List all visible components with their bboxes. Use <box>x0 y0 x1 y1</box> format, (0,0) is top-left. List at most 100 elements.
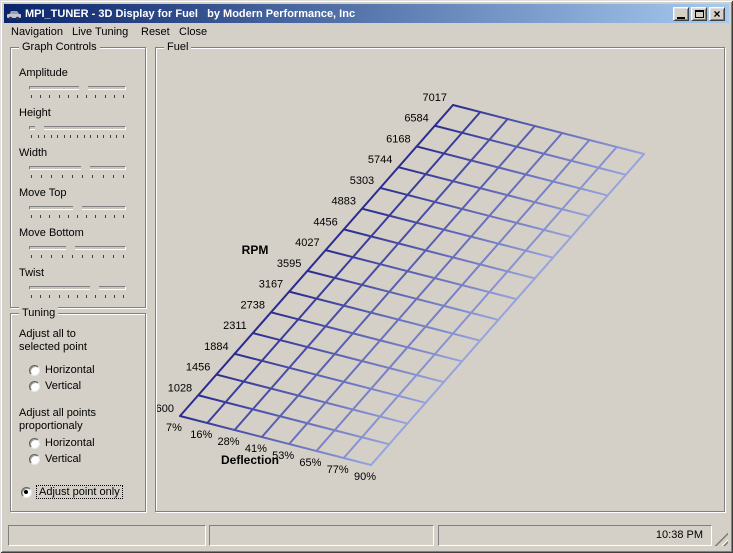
deflection-tick-label: 7% <box>166 422 182 434</box>
tick-mark <box>113 95 115 98</box>
slider-thumb[interactable] <box>73 201 82 215</box>
deflection-tick-label: 90% <box>354 471 376 483</box>
menu-item-reset[interactable]: Reset <box>139 25 172 39</box>
deflection-tick-label: 16% <box>190 429 212 441</box>
slider-thumb[interactable] <box>79 81 88 95</box>
status-panel-1 <box>8 525 206 546</box>
radio-label: Horizontal <box>45 437 95 449</box>
rpm-tick-label: 5303 <box>350 175 374 187</box>
slider-thumb[interactable] <box>66 241 75 255</box>
tuning-title: Tuning <box>19 307 59 320</box>
maximize-button[interactable] <box>691 6 707 21</box>
radio-horizontal[interactable] <box>29 365 40 376</box>
slider-label: Move Top <box>19 187 67 199</box>
rpm-tick-label: 4883 <box>332 196 356 208</box>
tick-mark <box>83 135 85 138</box>
tick-mark <box>102 255 104 258</box>
radio-horizontal[interactable] <box>29 438 40 449</box>
titlebar: MPI_TUNER - 3D Display for Fuel by Moder… <box>4 4 729 23</box>
menu-item-live-tuning[interactable]: Live Tuning <box>70 25 130 39</box>
tick-mark <box>49 215 51 218</box>
maximize-icon <box>694 9 704 18</box>
radio-row-sec1-vertical[interactable]: Vertical <box>29 380 139 394</box>
close-button[interactable]: × <box>709 6 725 21</box>
rpm-axis-title: RPM <box>242 243 269 257</box>
rpm-tick-label: 6584 <box>404 113 428 125</box>
tick-mark <box>122 295 124 298</box>
slider-ticks <box>31 215 124 218</box>
tick-mark <box>122 135 124 138</box>
radio-label: Vertical <box>45 453 82 465</box>
tick-mark <box>92 175 94 178</box>
tick-mark <box>112 255 114 258</box>
radio-row-sec1-horizontal[interactable]: Horizontal <box>29 364 139 378</box>
tick-mark <box>90 135 92 138</box>
slider-ticks <box>31 135 124 138</box>
app-car-icon <box>7 10 21 20</box>
status-clock: 10:38 PM <box>438 525 712 546</box>
slider-move-top: Move Top <box>19 184 141 222</box>
tick-mark <box>82 255 84 258</box>
slider-track[interactable] <box>29 246 126 250</box>
adjust-all-to-label: Adjust all to selected point <box>19 328 87 353</box>
app-window: MPI_TUNER - 3D Display for Fuel by Moder… <box>0 0 733 553</box>
rpm-tick-label: 7017 <box>423 92 447 104</box>
slider-track[interactable] <box>29 286 126 290</box>
graph-controls-group: Graph Controls Amplitude Height Width Mo… <box>10 41 146 308</box>
tick-mark <box>103 135 105 138</box>
menu-item-navigation[interactable]: Navigation <box>9 25 65 39</box>
radio-adjust-point-only[interactable] <box>21 487 32 498</box>
tick-mark <box>95 295 97 298</box>
tick-mark <box>31 95 32 98</box>
tick-mark <box>40 95 42 98</box>
radio-row-sec2-horizontal[interactable]: Horizontal <box>29 437 139 451</box>
slider-label: Twist <box>19 267 45 279</box>
tick-mark <box>67 95 69 98</box>
fuel-mesh-chart[interactable]: 600 1028 1456 1884 2311 2738 3167 3595 4027 4456 4… <box>157 49 725 512</box>
tick-mark <box>109 135 111 138</box>
radio-row-sec2-vertical[interactable]: Vertical <box>29 453 139 467</box>
slider-ticks <box>31 95 124 98</box>
tick-mark <box>61 255 63 258</box>
slider-thumb[interactable] <box>35 121 44 135</box>
tick-mark <box>122 95 124 98</box>
tick-mark <box>49 295 51 298</box>
tick-mark <box>31 135 32 138</box>
slider-ticks <box>31 295 124 298</box>
slider-track[interactable] <box>29 166 126 170</box>
slider-thumb[interactable] <box>90 281 99 295</box>
radio-vertical[interactable] <box>29 454 40 465</box>
tick-mark <box>113 215 115 218</box>
menu-item-close[interactable]: Close <box>177 25 209 39</box>
tick-mark <box>95 95 97 98</box>
tick-mark <box>95 215 97 218</box>
rpm-tick-label: 6168 <box>386 133 410 145</box>
resize-grip-icon[interactable] <box>714 532 728 546</box>
tick-mark <box>61 175 63 178</box>
tick-mark <box>37 135 39 138</box>
minimize-button[interactable] <box>673 6 689 21</box>
tick-mark <box>31 175 32 178</box>
tick-mark <box>41 255 43 258</box>
rpm-tick-label: 600 <box>157 403 174 415</box>
deflection-tick-label: 77% <box>327 464 349 476</box>
slider-amplitude: Amplitude <box>19 64 141 102</box>
radio-row-adjust-point-only[interactable]: Adjust point only <box>21 485 141 500</box>
tick-mark <box>86 95 88 98</box>
deflection-tick-label: 28% <box>218 436 240 448</box>
tick-mark <box>51 255 53 258</box>
tick-mark <box>41 175 43 178</box>
tick-mark <box>58 215 60 218</box>
adjust-all-points-label: Adjust all points proportionaly <box>19 407 97 432</box>
tick-mark <box>122 175 124 178</box>
slider-label: Height <box>19 107 51 119</box>
slider-width: Width <box>19 144 141 182</box>
rpm-tick-label: 1456 <box>186 362 210 374</box>
slider-track[interactable] <box>29 86 126 90</box>
deflection-axis-title: Deflection <box>221 453 279 467</box>
slider-ticks <box>31 255 124 258</box>
tick-mark <box>67 215 69 218</box>
tick-mark <box>76 295 78 298</box>
radio-vertical[interactable] <box>29 381 40 392</box>
slider-thumb[interactable] <box>81 161 90 175</box>
